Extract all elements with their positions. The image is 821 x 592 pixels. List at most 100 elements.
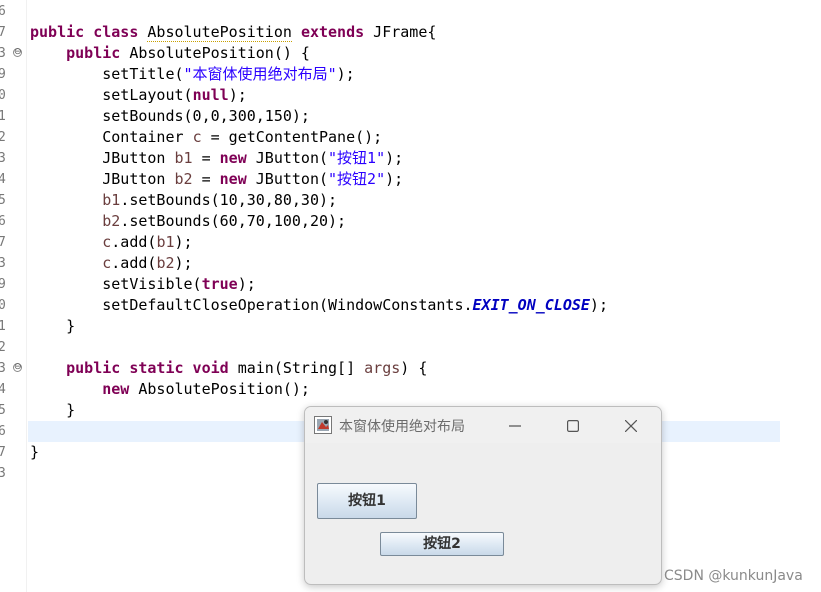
code-token: "本窗体使用绝对布局" <box>183 65 337 83</box>
code-token: new <box>219 170 247 188</box>
code-line[interactable]: 0 setDefaultCloseOperation(WindowConstan… <box>0 295 821 316</box>
code-line[interactable]: 4 JButton b2 = new JButton("按钮2"); <box>0 169 821 190</box>
code-text: } <box>30 400 75 421</box>
line-number: 6 <box>0 214 6 229</box>
code-token: public class <box>30 23 148 41</box>
line-number: 6 <box>0 424 6 439</box>
window-titlebar[interactable]: 本窗体使用绝对布局 <box>305 407 661 443</box>
line-number: 3 <box>0 466 6 481</box>
code-line[interactable]: 9 setTitle("本窗体使用绝对布局"); <box>0 64 821 85</box>
code-token: c <box>102 233 112 251</box>
java-app-icon <box>314 416 332 434</box>
code-token: new <box>102 380 130 398</box>
close-button[interactable] <box>612 410 650 440</box>
minimize-button[interactable] <box>496 410 534 440</box>
code-line[interactable]: 7 public class AbsolutePosition extends J… <box>0 22 821 43</box>
code-line[interactable]: 9 setVisible(true); <box>0 274 821 295</box>
code-token: null <box>192 86 229 104</box>
code-token: setDefaultCloseOperation(WindowConstants… <box>30 296 473 314</box>
code-text: } <box>30 442 39 463</box>
maximize-button[interactable] <box>554 410 592 440</box>
code-text: c.add(b1); <box>30 232 193 253</box>
code-token: JButton <box>30 170 175 188</box>
fold-toggle-icon[interactable]: ⊖ <box>13 363 22 372</box>
code-token: = getContentPane(); <box>201 128 383 146</box>
code-line[interactable]: 3 c.add(b2); <box>0 253 821 274</box>
code-token: AbsolutePosition() { <box>120 44 310 62</box>
code-text: JButton b2 = new JButton("按钮2"); <box>30 169 403 190</box>
code-line[interactable]: 3 ⊖ public AbsolutePosition() { <box>0 43 821 64</box>
line-number: 5 <box>0 403 6 418</box>
code-text: setBounds(0,0,300,150); <box>30 106 310 127</box>
code-line[interactable]: 3 ⊖ public static void main(String[] args… <box>0 358 821 379</box>
code-token: ); <box>228 86 247 104</box>
code-token: ); <box>174 254 193 272</box>
code-line[interactable]: 1 } <box>0 316 821 337</box>
swing-window[interactable]: 本窗体使用绝对布局 按钮1 按钮2 <box>304 406 662 585</box>
code-token: } <box>30 443 40 461</box>
code-token: extends <box>300 23 365 41</box>
line-number: 9 <box>0 277 6 292</box>
code-token: main(String[] <box>228 359 365 377</box>
code-token: ); <box>385 149 404 167</box>
code-text: c.add(b2); <box>30 253 193 274</box>
code-line[interactable]: 3 JButton b1 = new JButton("按钮1"); <box>0 148 821 169</box>
code-token: ); <box>174 233 193 251</box>
code-line[interactable]: 4 new AbsolutePosition(); <box>0 379 821 400</box>
code-token: = <box>192 170 220 188</box>
code-token: setTitle( <box>30 65 184 83</box>
code-token: c <box>102 254 112 272</box>
code-token: b1 <box>102 191 121 209</box>
code-text: public static void main(String[] args) { <box>30 358 427 379</box>
code-line[interactable]: 7 c.add(b1); <box>0 232 821 253</box>
code-line[interactable]: 2 <box>0 337 821 358</box>
code-token: ); <box>589 296 608 314</box>
code-token: "按钮2" <box>328 170 386 188</box>
line-number: 4 <box>0 172 6 187</box>
code-token: "按钮1" <box>328 149 386 167</box>
code-token: JButton <box>30 149 175 167</box>
code-token: ); <box>385 170 404 188</box>
line-number: 5 <box>0 193 6 208</box>
code-line[interactable]: 1 setBounds(0,0,300,150); <box>0 106 821 127</box>
code-token: b1 <box>156 233 175 251</box>
code-token: ); <box>237 275 256 293</box>
code-line[interactable]: 6 b2.setBounds(60,70,100,20); <box>0 211 821 232</box>
code-token: public static void <box>66 359 229 377</box>
code-line[interactable]: 2 Container c = getContentPane(); <box>0 127 821 148</box>
line-number: 9 <box>0 67 6 82</box>
code-token: JButton( <box>246 149 329 167</box>
code-text: b2.setBounds(60,70,100,20); <box>30 211 346 232</box>
code-line[interactable]: 0 setLayout(null); <box>0 85 821 106</box>
button-2[interactable]: 按钮2 <box>380 532 504 556</box>
code-token: setLayout( <box>30 86 193 104</box>
code-token: AbsolutePosition <box>147 23 292 42</box>
code-text: setVisible(true); <box>30 274 256 295</box>
code-token: JButton( <box>246 170 329 188</box>
code-token: c <box>192 128 202 146</box>
code-line[interactable]: 5 b1.setBounds(10,30,80,30); <box>0 190 821 211</box>
code-text: } <box>30 316 75 337</box>
code-token: new <box>219 149 247 167</box>
button-1[interactable]: 按钮1 <box>317 483 417 519</box>
csdn-watermark: CSDN @kunkunJava <box>664 568 803 584</box>
line-number: 1 <box>0 109 6 124</box>
code-text: setLayout(null); <box>30 85 247 106</box>
line-number: 2 <box>0 340 6 355</box>
code-line[interactable]: 6 <box>0 1 821 22</box>
line-number: 7 <box>0 235 6 250</box>
line-number: 3 <box>0 151 6 166</box>
line-number: 7 <box>0 445 6 460</box>
maximize-icon <box>567 419 580 432</box>
code-token: setVisible( <box>30 275 202 293</box>
fold-toggle-icon[interactable]: ⊖ <box>13 48 22 57</box>
line-number: 0 <box>0 88 6 103</box>
code-token: .add( <box>111 233 157 251</box>
code-token: = <box>192 149 220 167</box>
